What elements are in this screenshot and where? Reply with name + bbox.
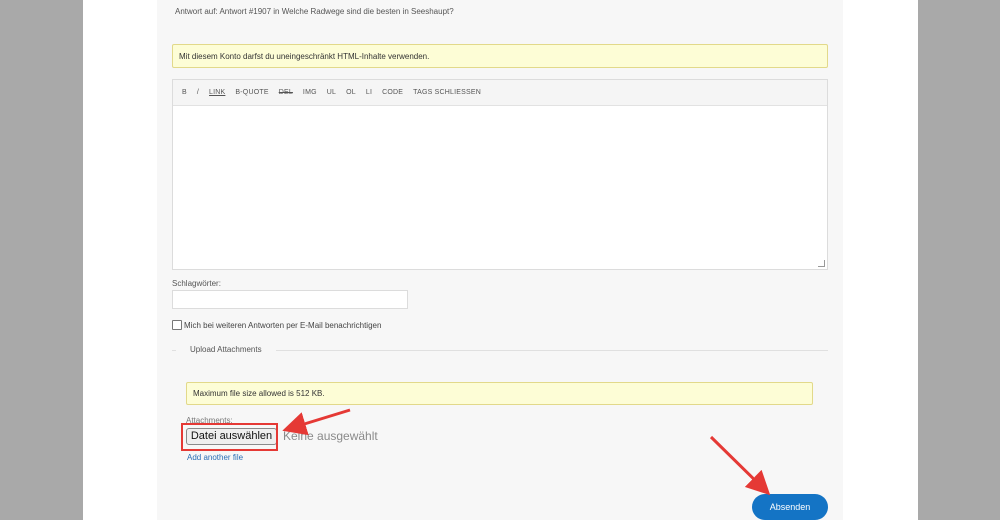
html-permission-notice-text: Mit diesem Konto darfst du uneingeschrän… <box>179 51 430 61</box>
upload-attachments-legend: Upload Attachments <box>176 345 276 354</box>
toolbar-link-button[interactable]: LINK <box>209 89 225 96</box>
tags-input[interactable] <box>172 290 408 309</box>
toolbar-close-tags-button[interactable]: TAGS SCHLIESSEN <box>413 89 481 96</box>
reply-editor: B / LINK B-QUOTE DEL IMG UL OL LI CODE T… <box>172 79 828 270</box>
upload-attachments-fieldset <box>172 350 828 478</box>
toolbar-italic-button[interactable]: / <box>197 89 199 96</box>
resize-handle-icon[interactable] <box>818 260 825 267</box>
html-permission-notice: Mit diesem Konto darfst du uneingeschrän… <box>172 44 828 68</box>
editor-toolbar: B / LINK B-QUOTE DEL IMG UL OL LI CODE T… <box>173 80 827 106</box>
notify-label: Mich bei weiteren Antworten per E-Mail b… <box>184 320 382 330</box>
toolbar-li-button[interactable]: LI <box>366 89 372 96</box>
notify-checkbox[interactable] <box>172 320 182 330</box>
toolbar-ol-button[interactable]: OL <box>346 89 356 96</box>
max-file-size-text: Maximum file size allowed is 512 KB. <box>193 389 325 398</box>
add-another-file-link[interactable]: Add another file <box>187 453 243 462</box>
tags-label: Schlagwörter: <box>172 279 221 288</box>
toolbar-del-button[interactable]: DEL <box>279 89 293 96</box>
editor-textarea[interactable] <box>173 106 827 269</box>
toolbar-bold-button[interactable]: B <box>182 89 187 96</box>
reply-to-text: Antwort auf: Antwort #1907 in Welche Rad… <box>175 7 454 16</box>
toolbar-blockquote-button[interactable]: B-QUOTE <box>235 89 268 96</box>
notify-row[interactable]: Mich bei weiteren Antworten per E-Mail b… <box>172 320 381 330</box>
file-status-text: Keine ausgewählt <box>283 429 378 443</box>
choose-file-highlight-box <box>181 423 278 451</box>
toolbar-code-button[interactable]: CODE <box>382 89 403 96</box>
submit-button[interactable]: Absenden <box>752 494 828 520</box>
max-file-size-notice: Maximum file size allowed is 512 KB. <box>186 382 813 405</box>
toolbar-img-button[interactable]: IMG <box>303 89 317 96</box>
toolbar-ul-button[interactable]: UL <box>327 89 336 96</box>
